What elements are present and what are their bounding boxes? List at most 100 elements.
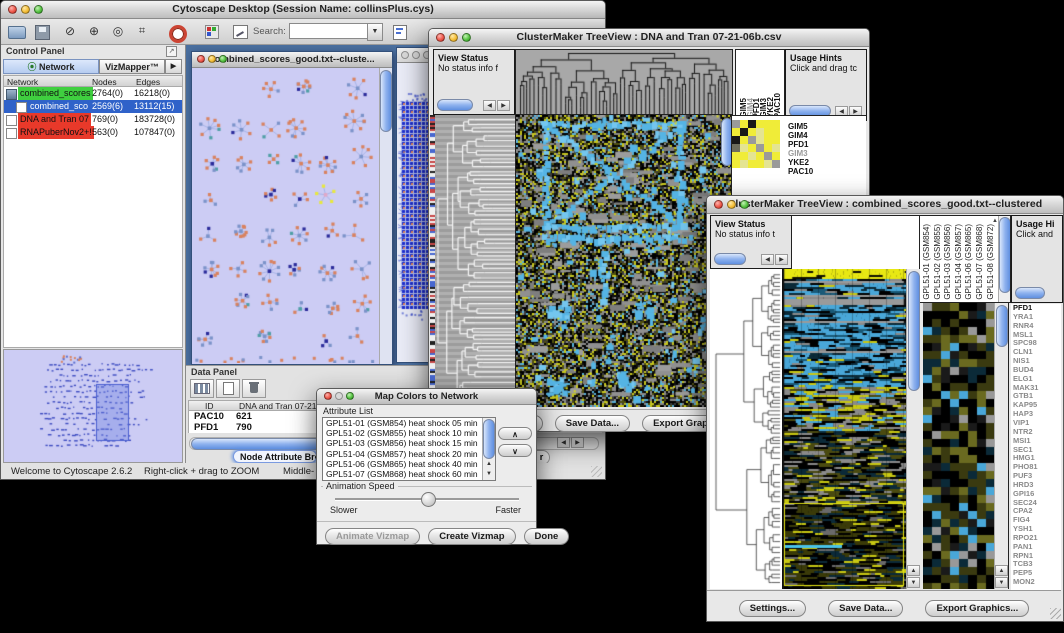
tab-vizmapper[interactable]: VizMapper™ — [99, 59, 165, 74]
minimize-button[interactable] — [727, 200, 736, 209]
tv2-usage-hints-title: Usage Hi — [1012, 216, 1062, 229]
tv2-row-dendrogram[interactable] — [710, 269, 782, 589]
trash-icon[interactable] — [242, 379, 266, 398]
tv1-save-data-button[interactable]: Save Data... — [555, 415, 630, 432]
tv1-usage-hints-title: Usage Hints — [786, 50, 866, 63]
main-title-bar[interactable]: Cytoscape Desktop (Session Name: collins… — [1, 1, 605, 19]
zoom-selected-icon[interactable]: ⌗ — [131, 22, 153, 41]
tv2-zoom-vscrollbar[interactable]: ▲ ▼ — [994, 303, 1009, 589]
zoom-fit-icon[interactable]: ◎ — [107, 22, 129, 41]
col-network[interactable]: Network — [7, 77, 38, 87]
resize-grip[interactable] — [591, 466, 602, 477]
attribute-list-item[interactable]: GPL51-01 (GSM854) heat shock 05 min — [323, 418, 495, 428]
close-button[interactable] — [436, 33, 445, 42]
tv2-collabel-vscrollbar[interactable] — [998, 216, 1010, 302]
close-button[interactable] — [401, 51, 409, 59]
search-input[interactable] — [289, 23, 369, 39]
tv2-save-data-button[interactable]: Save Data... — [828, 600, 903, 617]
attribute-browser-icon[interactable] — [389, 22, 411, 41]
tv2-settings-button[interactable]: Settings... — [739, 600, 806, 617]
col-nodes[interactable]: Nodes — [92, 77, 117, 87]
folder-icon — [6, 89, 17, 100]
zoom-button[interactable] — [219, 55, 227, 63]
tv2-export-graphics-button[interactable]: Export Graphics... — [925, 600, 1029, 617]
matrix-cell — [772, 160, 780, 168]
tv1-row-dendrogram[interactable] — [435, 115, 515, 407]
minimize-button[interactable] — [449, 33, 458, 42]
network-overview-panel[interactable] — [3, 349, 183, 463]
node-appearance-icon[interactable] — [201, 22, 223, 41]
matrix-cell — [764, 152, 772, 160]
zoom-button[interactable] — [740, 200, 749, 209]
network-table-row[interactable]: combined_scores2764(0)16218(0) — [4, 87, 182, 100]
treeview2-title-bar[interactable]: ClusterMaker TreeView : combined_scores_… — [707, 196, 1063, 214]
zoom-in-icon[interactable]: ⊕ — [83, 22, 105, 41]
table-icon[interactable] — [190, 379, 214, 398]
dialog-button-bar: Animate VizmapCreate VizmapDone — [317, 521, 536, 543]
tv2-hints-scrollbar[interactable] — [1015, 287, 1045, 299]
network-table-row[interactable]: RNAPuberNov2+!563(0)107847(0) — [4, 126, 182, 139]
network-canvas[interactable] — [192, 68, 378, 363]
save-icon[interactable] — [31, 22, 53, 41]
tv2-usage-hints-text: Click and — [1012, 229, 1062, 239]
attribute-list-item[interactable]: GPL51-06 (GSM865) heat shock 40 min — [323, 459, 495, 469]
move-up-button[interactable]: ∧ — [498, 427, 532, 440]
treeview1-controls — [436, 33, 471, 42]
close-button[interactable] — [324, 392, 332, 400]
new-doc-icon[interactable] — [216, 379, 240, 398]
close-button[interactable] — [8, 5, 17, 14]
attribute-list-item[interactable]: GPL51-07 (GSM868) heat shock 60 min — [323, 469, 495, 479]
tv1-column-dendrogram[interactable] — [515, 49, 733, 115]
matrix-cell — [732, 136, 740, 144]
close-button[interactable] — [714, 200, 723, 209]
tv1-usage-hints-text: Click and drag tc — [786, 63, 866, 73]
minimize-button[interactable] — [412, 51, 420, 59]
minimize-button[interactable] — [335, 392, 343, 400]
attr-value: 790 — [236, 422, 252, 433]
treeview1-title-bar[interactable]: ClusterMaker TreeView : DNA and Tran 07-… — [429, 29, 869, 47]
search-dropdown-button[interactable]: ▼ — [367, 23, 383, 41]
done-button[interactable]: Done — [524, 528, 570, 545]
float-panel-icon[interactable]: ↗ — [166, 46, 177, 57]
network-vscrollbar[interactable] — [379, 68, 392, 364]
tv1-status-scrollbar[interactable] — [437, 99, 473, 111]
network-overview-canvas[interactable] — [4, 350, 182, 462]
attr-col-id[interactable]: ID — [205, 401, 214, 411]
zoom-button[interactable] — [462, 33, 471, 42]
tab-network[interactable]: ⦿ Network — [3, 59, 99, 74]
tv2-heatmap-canvas[interactable] — [782, 269, 906, 589]
zoom-button[interactable] — [346, 392, 354, 400]
annotation-icon[interactable] — [229, 22, 251, 41]
close-button[interactable] — [197, 55, 205, 63]
attribute-list-vscrollbar[interactable]: ▲ ▼ — [482, 418, 495, 480]
matrix-cell — [756, 144, 764, 152]
col-edges[interactable]: Edges — [136, 77, 160, 87]
tv1-heatmap-canvas[interactable] — [515, 115, 732, 407]
tv1-zoom-matrix[interactable] — [732, 120, 780, 168]
speed-slider-thumb[interactable] — [421, 492, 436, 507]
attribute-list-item[interactable]: GPL51-02 (GSM855) heat shock 10 min — [323, 428, 495, 438]
resize-grip[interactable] — [1050, 608, 1061, 619]
attribute-list-item[interactable]: GPL51-04 (GSM857) heat shock 20 min — [323, 449, 495, 459]
zoom-button[interactable] — [34, 5, 43, 14]
network-table-row[interactable]: DNA and Tran 07769(0)183728(0) — [4, 113, 182, 126]
move-down-button[interactable]: ∨ — [498, 444, 532, 457]
minimize-button[interactable] — [21, 5, 30, 14]
zoom-out-icon[interactable]: ⊘ — [59, 22, 81, 41]
attribute-list-item[interactable]: GPL51-03 (GSM856) heat shock 15 min — [323, 438, 495, 448]
node-attribute-browser-tab[interactable]: Node Attribute Brows — [233, 450, 317, 463]
open-folder-icon[interactable] — [6, 22, 28, 41]
network-table-row[interactable]: combined_sco2569(6)13112(15) — [4, 100, 182, 113]
tv2-zoom-heatmap[interactable] — [923, 303, 994, 589]
network-name: combined_sco — [28, 100, 90, 113]
tv2-column-tree-area[interactable] — [791, 215, 921, 271]
matrix-cell — [732, 160, 740, 168]
tv1-gene-label: PFD1 — [788, 140, 813, 149]
tv2-heatmap-vscrollbar[interactable]: ▲ ▼ — [906, 269, 920, 589]
create-vizmap-button[interactable]: Create Vizmap — [428, 528, 515, 545]
tabs-more-button[interactable]: ▶ — [165, 59, 182, 74]
attribute-listbox[interactable]: ▲ ▼ GPL51-01 (GSM854) heat shock 05 minG… — [322, 417, 496, 481]
minimize-button[interactable] — [208, 55, 216, 63]
tv2-status-scrollbar[interactable] — [714, 253, 746, 265]
help-lifering-icon[interactable] — [167, 22, 189, 41]
